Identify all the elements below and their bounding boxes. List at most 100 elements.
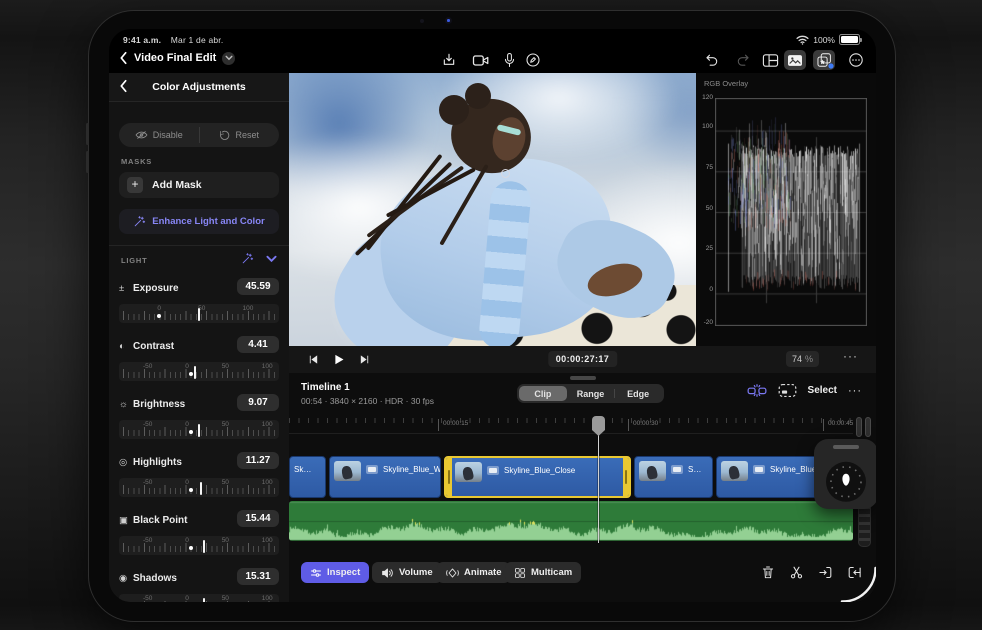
clip-appearance-icon[interactable] bbox=[778, 383, 797, 398]
ruler-timecode: 00:00:15 bbox=[438, 419, 468, 431]
slider-label: Black Point bbox=[133, 514, 188, 526]
edit-mode-segmented-control: Clip Range Edge bbox=[517, 384, 664, 403]
media-library-icon[interactable] bbox=[784, 50, 806, 70]
shadows-slider-group: ◉ Shadows 15.31 -50 0 50 100 bbox=[119, 568, 279, 602]
multicam-button[interactable]: Multicam bbox=[505, 562, 582, 583]
clip-thumbnail bbox=[639, 461, 666, 481]
timeline-drag-handle[interactable] bbox=[569, 376, 596, 380]
volume-button[interactable]: Volume bbox=[372, 562, 442, 583]
jog-wheel[interactable] bbox=[826, 461, 866, 502]
axis-label: 25 bbox=[705, 245, 713, 252]
snapping-icon[interactable] bbox=[747, 383, 767, 398]
light-section-header: LIGHT bbox=[121, 252, 277, 268]
light-section-label: LIGHT bbox=[121, 256, 148, 265]
status-bar: 9:41 a.m. Mar 1 de abr. 100% bbox=[109, 29, 876, 49]
axis-label: 100 bbox=[702, 123, 713, 130]
disable-reset-group: Disable Reset bbox=[119, 123, 279, 147]
mode-edge[interactable]: Edge bbox=[614, 386, 662, 401]
play-icon[interactable] bbox=[328, 350, 348, 369]
contrast-icon: ◐ bbox=[119, 340, 125, 352]
browser-panel-icon[interactable] bbox=[759, 50, 781, 70]
enhance-label: Enhance Light and Color bbox=[152, 216, 265, 227]
timeline-info: 00:54 · 3840 × 2160 · HDR · 30 fps bbox=[301, 396, 435, 406]
exposure-slider-group: ± Exposure 45.59 0 50 100 bbox=[119, 278, 279, 331]
timeline-title: Timeline 1 bbox=[301, 382, 350, 393]
slider-value[interactable]: 15.44 bbox=[237, 510, 279, 527]
timeline-more-icon[interactable]: ··· bbox=[848, 385, 862, 397]
microphone-icon[interactable] bbox=[498, 50, 520, 70]
slider-value[interactable]: 4.41 bbox=[237, 336, 279, 353]
project-title[interactable]: Video Final Edit bbox=[134, 52, 216, 64]
enhance-light-color-button[interactable]: Enhance Light and Color bbox=[119, 209, 279, 234]
clip-thumbnail bbox=[721, 461, 748, 481]
person-hair-bun bbox=[465, 83, 491, 109]
back-chevron-icon[interactable] bbox=[119, 51, 128, 65]
contrast-slider-group: ◐ Contrast 4.41 -50 0 50 100 bbox=[119, 336, 279, 389]
redo-icon[interactable] bbox=[732, 50, 754, 70]
add-mask-button[interactable]: + Add Mask bbox=[119, 172, 279, 198]
clip-thumbnail bbox=[455, 462, 482, 482]
slider-value[interactable]: 9.07 bbox=[237, 394, 279, 411]
reset-button[interactable]: Reset bbox=[200, 123, 280, 147]
pencil-tools-icon[interactable] bbox=[522, 50, 544, 70]
delete-icon[interactable] bbox=[759, 563, 777, 581]
project-menu-chevron-icon[interactable] bbox=[222, 51, 236, 65]
inspect-button[interactable]: Inspect bbox=[301, 562, 370, 583]
audio-waveform-canvas[interactable] bbox=[289, 501, 853, 541]
timeline-clip-selected[interactable]: Skyline_Blue_Close bbox=[444, 456, 631, 498]
inspect-label: Inspect bbox=[327, 567, 361, 578]
more-options-icon[interactable] bbox=[845, 50, 867, 70]
black-point-icon: ▣ bbox=[119, 514, 128, 526]
clip-thumbnail bbox=[334, 461, 361, 481]
titles-effects-icon[interactable] bbox=[813, 50, 835, 70]
camera-icon[interactable] bbox=[470, 50, 492, 70]
timeline-panel: Timeline 1 00:54 · 3840 × 2160 · HDR · 3… bbox=[289, 373, 876, 602]
clock-and-date: 9:41 a.m. Mar 1 de abr. bbox=[123, 35, 223, 45]
mode-clip[interactable]: Clip bbox=[519, 386, 567, 401]
pencil-pointer-icon bbox=[842, 473, 850, 486]
timeline-clip[interactable]: Skyline_Blue_Wide bbox=[329, 456, 441, 498]
undo-icon[interactable] bbox=[701, 50, 723, 70]
timeline-clip[interactable]: Sk… bbox=[289, 456, 326, 498]
battery-icon bbox=[839, 34, 862, 45]
import-icon[interactable] bbox=[438, 50, 460, 70]
auto-enhance-icon[interactable] bbox=[241, 252, 254, 265]
viewer-zoom-control[interactable]: 74% bbox=[785, 351, 819, 367]
clip-label: S… bbox=[688, 465, 702, 474]
video-viewer[interactable] bbox=[289, 73, 696, 346]
blade-icon[interactable] bbox=[787, 563, 805, 581]
skip-back-icon[interactable] bbox=[303, 350, 323, 369]
skip-forward-icon[interactable] bbox=[354, 350, 374, 369]
transport-bar: 00:00:27:17 74% ··· bbox=[289, 346, 876, 374]
contrast-slider[interactable]: -50 0 50 100 bbox=[119, 362, 279, 381]
animate-label: Animate bbox=[464, 567, 502, 578]
overwrite-icon[interactable] bbox=[845, 563, 863, 581]
black-point-slider[interactable]: -50 0 50 100 bbox=[119, 536, 279, 555]
slider-value[interactable]: 11.27 bbox=[237, 452, 279, 469]
collapse-chevron-icon[interactable] bbox=[266, 255, 277, 263]
insert-icon[interactable] bbox=[816, 563, 834, 581]
reset-label: Reset bbox=[235, 130, 259, 140]
timeline-ruler[interactable]: 00:00:15 00:00:30 00:00:45 bbox=[289, 416, 853, 434]
reset-icon bbox=[220, 130, 230, 140]
jog-wheel-widget[interactable] bbox=[814, 439, 876, 509]
slider-label: Contrast bbox=[133, 340, 175, 352]
mode-range[interactable]: Range bbox=[567, 386, 615, 401]
select-button[interactable]: Select bbox=[808, 385, 837, 396]
exposure-slider[interactable]: 0 50 100 bbox=[119, 304, 279, 323]
viewer-more-icon[interactable]: ··· bbox=[843, 349, 858, 363]
slider-value[interactable]: 15.31 bbox=[237, 568, 279, 585]
highlights-slider[interactable]: -50 0 50 100 bbox=[119, 478, 279, 497]
timecode-display[interactable]: 00:00:27:17 bbox=[547, 351, 618, 367]
animate-button[interactable]: Animate bbox=[437, 562, 511, 583]
trim-handle-right[interactable] bbox=[623, 458, 629, 496]
brightness-slider[interactable]: -50 0 50 100 bbox=[119, 420, 279, 439]
timeline-clip[interactable]: S… bbox=[634, 456, 713, 498]
jog-drag-handle[interactable] bbox=[833, 445, 859, 449]
slider-value[interactable]: 45.59 bbox=[237, 278, 279, 295]
axis-label: 75 bbox=[705, 164, 713, 171]
volume-label: Volume bbox=[399, 567, 433, 578]
disable-button[interactable]: Disable bbox=[119, 123, 199, 147]
shadows-slider[interactable]: -50 0 50 100 bbox=[119, 594, 279, 602]
trim-handle-left[interactable] bbox=[446, 458, 452, 496]
